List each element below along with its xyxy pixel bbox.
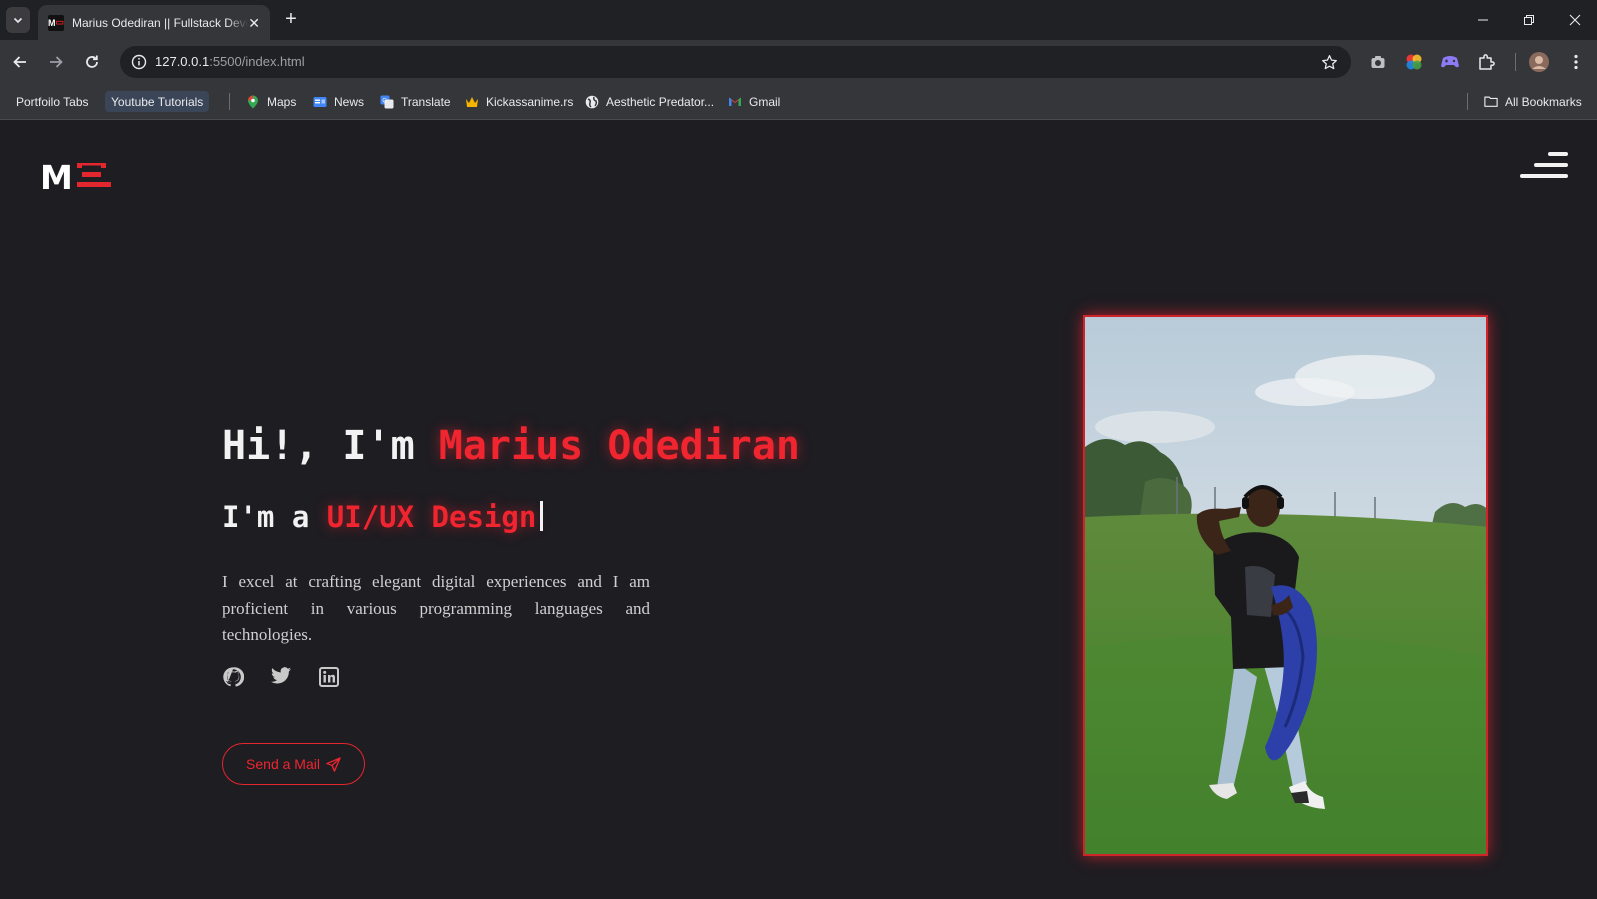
restore-icon[interactable] [1519, 10, 1539, 30]
close-tab-icon[interactable]: ✕ [248, 16, 260, 30]
bookmark-kickassanime[interactable]: Kickassanime.rs [465, 91, 573, 112]
menu-hamburger-icon[interactable] [1520, 151, 1568, 181]
social-links [222, 666, 340, 688]
bookmark-maps[interactable]: Maps [246, 91, 296, 112]
bookmark-label: Translate [401, 94, 451, 109]
chevron-down-icon [13, 17, 23, 24]
send-mail-label: Send a Mail [246, 756, 320, 772]
address-bar[interactable]: 127.0.0.1:5500/index.html [120, 46, 1351, 78]
gmail-icon [728, 95, 742, 109]
bookmark-separator [1467, 93, 1468, 110]
bookmark-portfolio-tabs[interactable]: Portfoilo Tabs [10, 91, 95, 112]
reload-icon[interactable] [81, 51, 103, 73]
toolbar-divider [1515, 53, 1516, 71]
bookmark-news[interactable]: News [313, 91, 364, 112]
all-bookmarks-label: All Bookmarks [1505, 94, 1582, 109]
portfolio-page: M Hi!, I'm Marius Odediran I'm a UI/UX D… [0, 120, 1597, 899]
bookmark-label: Gmail [749, 94, 781, 109]
profile-photo [1083, 315, 1488, 856]
greeting-text: Hi!, I'm [222, 423, 415, 469]
bookmark-gmail[interactable]: Gmail [728, 91, 780, 112]
browser-toolbar: 127.0.0.1:5500/index.html [0, 40, 1597, 83]
globe-icon [585, 95, 599, 109]
tab-favicon: M ▭ [48, 14, 64, 31]
bookmark-aesthetic-predator[interactable]: Aesthetic Predator... [585, 91, 714, 112]
bookmark-label: Youtube Tutorials [111, 94, 204, 109]
send-mail-button[interactable]: Send a Mail [222, 743, 365, 785]
forward-icon[interactable] [45, 51, 67, 73]
new-tab-icon[interactable]: + [280, 9, 302, 31]
news-icon [313, 95, 327, 109]
bookmark-label: Portfoilo Tabs [16, 94, 89, 109]
game-extension-icon[interactable] [1439, 51, 1461, 73]
bookmark-translate[interactable]: G Translate [380, 91, 451, 112]
bookmark-star-icon[interactable] [1319, 52, 1339, 72]
paper-plane-icon [326, 756, 341, 772]
site-info-icon[interactable] [127, 50, 151, 74]
folder-icon [1484, 95, 1498, 109]
hero-heading: Hi!, I'm Marius Odediran [222, 423, 800, 469]
minimize-icon[interactable] [1473, 10, 1493, 30]
svg-text:M: M [40, 160, 73, 192]
tab-search-button[interactable] [6, 7, 30, 33]
site-logo[interactable]: M [40, 158, 112, 197]
all-bookmarks-button[interactable]: All Bookmarks [1484, 91, 1582, 112]
typed-role: UI/UX Design [326, 500, 537, 534]
typing-cursor [540, 501, 544, 531]
translate-icon: G [380, 95, 394, 109]
logo-mark: M [40, 158, 111, 197]
svg-text:G: G [382, 97, 387, 104]
bookmark-label: Aesthetic Predator... [606, 94, 715, 109]
twitter-icon[interactable] [270, 666, 292, 688]
screenshot-extension-icon[interactable] [1367, 51, 1389, 73]
tab-title: Marius Odediran || Fullstack Developer [72, 15, 248, 30]
browser-tabstrip: M▭ Marius Odediran || Fullstack Develope… [0, 0, 1597, 40]
extensions-puzzle-icon[interactable] [1475, 51, 1497, 73]
bookmark-separator [229, 93, 230, 110]
more-options-icon[interactable] [1565, 51, 1587, 73]
active-tab[interactable]: M▭ Marius Odediran || Fullstack Develope… [38, 5, 270, 40]
hero-name: Marius Odediran [438, 423, 800, 469]
color-picker-extension-icon[interactable] [1403, 51, 1425, 73]
github-icon[interactable] [222, 666, 244, 688]
hero-role-line: I'm a UI/UX Design [222, 500, 544, 534]
role-prefix: I'm a [222, 500, 310, 534]
bookmark-label: Kickassanime.rs [486, 94, 574, 109]
linkedin-icon[interactable] [318, 666, 340, 688]
maps-icon [246, 95, 260, 109]
profile-avatar[interactable] [1528, 51, 1550, 73]
crown-icon [465, 95, 479, 109]
bookmarks-bar: Portfoilo Tabs Youtube Tutorials Maps Ne… [0, 83, 1597, 120]
back-icon[interactable] [9, 51, 31, 73]
bookmark-label: Maps [267, 94, 297, 109]
bookmark-label: News [334, 94, 365, 109]
close-window-icon[interactable] [1565, 10, 1585, 30]
hero-description: I excel at crafting elegant digital expe… [222, 572, 650, 644]
url-text: 127.0.0.1:5500/index.html [155, 54, 305, 69]
bookmark-youtube-tutorials[interactable]: Youtube Tutorials [105, 91, 210, 112]
